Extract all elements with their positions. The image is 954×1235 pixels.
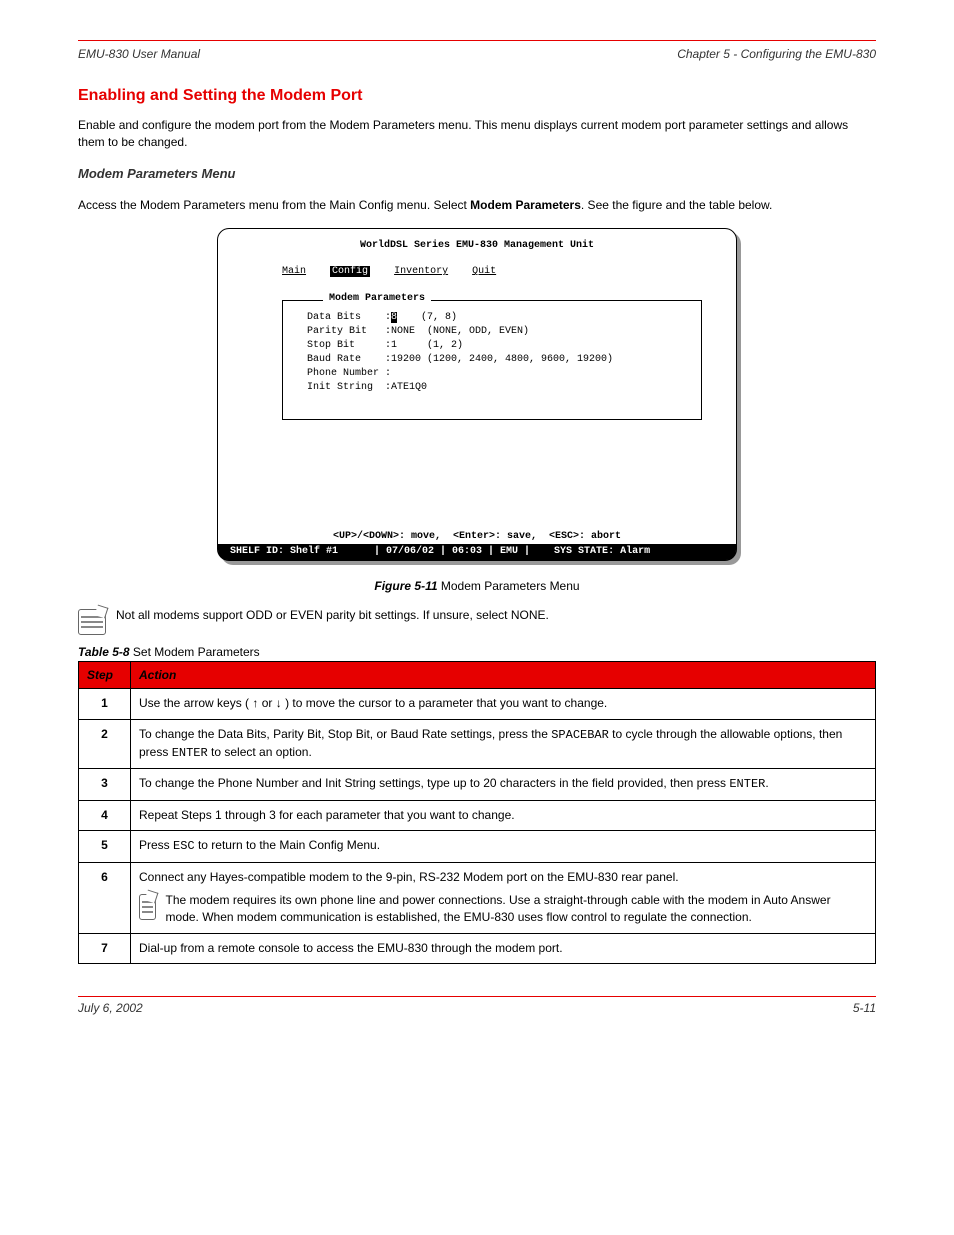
figure-caption-text: Modem Parameters Menu — [441, 579, 580, 593]
footer-left: July 6, 2002 — [78, 1001, 143, 1015]
table-caption: Table 5-8 Set Modem Parameters — [78, 645, 876, 659]
figure-caption-label: Figure 5-11 — [374, 579, 440, 593]
inner-note-text: The modem requires its own phone line an… — [166, 892, 867, 927]
panel-row: Phone Number : — [307, 367, 689, 381]
table-row: 6Connect any Hayes-compatible modem to t… — [79, 862, 876, 933]
terminal-menubar: Main Config Inventory Quit — [232, 255, 722, 288]
table-row: 1Use the arrow keys ( ↑ or ↓ ) to move t… — [79, 689, 876, 719]
table-row: 2To change the Data Bits, Parity Bit, St… — [79, 719, 876, 769]
access-prefix: Access the Modem Parameters menu from th… — [78, 198, 470, 212]
menu-quit: Quit — [472, 266, 496, 277]
modem-panel: Modem Parameters Data Bits :8 (7, 8)Pari… — [282, 300, 702, 420]
access-paragraph: Access the Modem Parameters menu from th… — [78, 197, 876, 214]
step-number: 2 — [79, 719, 131, 769]
intro-paragraph: Enable and configure the modem port from… — [78, 117, 876, 152]
step-action: Connect any Hayes-compatible modem to th… — [131, 862, 876, 933]
footer-rule — [78, 996, 876, 997]
page-footer: July 6, 2002 5-11 — [78, 1001, 876, 1015]
step-number: 3 — [79, 769, 131, 800]
menu-main: Main — [282, 266, 306, 277]
panel-rows: Data Bits :8 (7, 8)Parity Bit :NONE (NON… — [307, 311, 689, 395]
th-action: Action — [131, 662, 876, 689]
panel-row: Data Bits :8 (7, 8) — [307, 311, 689, 325]
th-step: Step — [79, 662, 131, 689]
step-action: To change the Data Bits, Parity Bit, Sto… — [131, 719, 876, 769]
access-suffix: . See the figure and the table below. — [581, 198, 772, 212]
panel-row: Init String :ATE1Q0 — [307, 381, 689, 395]
panel-row: Baud Rate :19200 (1200, 2400, 4800, 9600… — [307, 353, 689, 367]
table-row: 4Repeat Steps 1 through 3 for each param… — [79, 800, 876, 830]
terminal-status: SHELF ID: Shelf #1 | 07/06/02 | 06:03 | … — [218, 544, 736, 560]
header-left: EMU-830 User Manual — [78, 47, 200, 61]
figure-caption: Figure 5-11 Modem Parameters Menu — [78, 579, 876, 593]
terminal-window: WorldDSL Series EMU-830 Management Unit … — [217, 228, 737, 561]
note-icon — [139, 894, 156, 920]
terminal-title: WorldDSL Series EMU-830 Management Unit — [232, 239, 722, 253]
panel-row: Parity Bit :NONE (NONE, ODD, EVEN) — [307, 325, 689, 339]
step-action: Use the arrow keys ( ↑ or ↓ ) to move th… — [131, 689, 876, 719]
step-action: Dial-up from a remote console to access … — [131, 933, 876, 963]
section-title: Enabling and Setting the Modem Port — [78, 87, 876, 105]
step-number: 5 — [79, 831, 131, 862]
table-row: 3To change the Phone Number and Init Str… — [79, 769, 876, 800]
page-header: EMU-830 User Manual Chapter 5 - Configur… — [78, 47, 876, 61]
step-number: 7 — [79, 933, 131, 963]
menu-inventory: Inventory — [394, 266, 448, 277]
table-row: 7Dial-up from a remote console to access… — [79, 933, 876, 963]
access-bold: Modem Parameters — [470, 198, 581, 212]
table-caption-text: Set Modem Parameters — [133, 645, 260, 659]
step-action: Press ESC to return to the Main Config M… — [131, 831, 876, 862]
outer-note-text: Not all modems support ODD or EVEN parit… — [116, 607, 549, 624]
inner-note: The modem requires its own phone line an… — [139, 892, 867, 927]
header-right: Chapter 5 - Configuring the EMU-830 — [677, 47, 876, 61]
panel-row: Stop Bit :1 (1, 2) — [307, 339, 689, 353]
step-number: 1 — [79, 689, 131, 719]
note-icon — [78, 609, 106, 635]
step-action: Repeat Steps 1 through 3 for each parame… — [131, 800, 876, 830]
subheading: Modem Parameters Menu — [78, 166, 876, 181]
footer-right: 5-11 — [853, 1001, 876, 1015]
panel-legend: Modem Parameters — [323, 293, 431, 304]
procedure-table: Step Action 1Use the arrow keys ( ↑ or ↓… — [78, 661, 876, 964]
table-row: 5Press ESC to return to the Main Config … — [79, 831, 876, 862]
outer-note: Not all modems support ODD or EVEN parit… — [78, 607, 876, 635]
header-rule — [78, 40, 876, 41]
menu-config: Config — [330, 266, 370, 277]
step-number: 4 — [79, 800, 131, 830]
table-caption-label: Table 5-8 — [78, 645, 133, 659]
step-number: 6 — [79, 862, 131, 933]
terminal-help: <UP>/<DOWN>: move, <Enter>: save, <ESC>:… — [232, 530, 722, 544]
step-action: To change the Phone Number and Init Stri… — [131, 769, 876, 800]
terminal-wrap: WorldDSL Series EMU-830 Management Unit … — [78, 228, 876, 561]
